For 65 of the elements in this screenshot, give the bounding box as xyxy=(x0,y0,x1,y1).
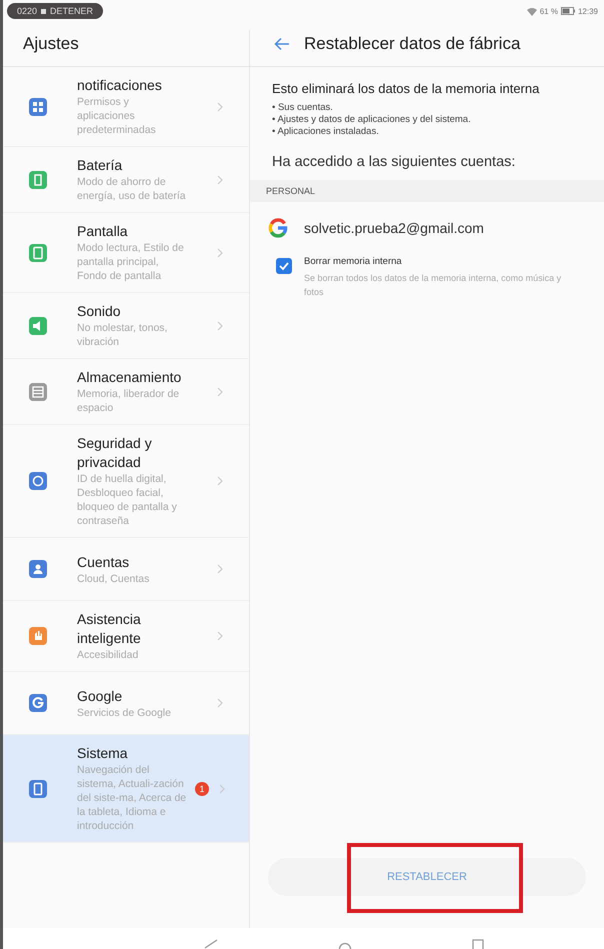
item-title: Sistema xyxy=(77,744,129,763)
stop-label: DETENER xyxy=(50,6,94,16)
option-label: Borrar memoria interna xyxy=(304,256,403,267)
settings-item[interactable]: Sistema Navegación del sistema, Actuali-zación del siste-ma, Acerca de la tableta, Idioma e introducción 1 xyxy=(3,735,249,843)
back-icon[interactable] xyxy=(204,939,218,949)
chevron-icon xyxy=(217,564,223,574)
settings-item[interactable]: Asistencia inteligente Accesibilidad xyxy=(3,601,249,672)
chevron-icon xyxy=(217,476,223,486)
item-subtitle: Modo lectura, Estilo de pantalla principal, Fondo de pantalla xyxy=(77,241,185,283)
item-title: Google xyxy=(77,686,124,706)
chevron-icon xyxy=(219,784,225,794)
chevron-icon xyxy=(217,102,223,112)
checkbox[interactable] xyxy=(276,258,292,274)
accounts-heading: Ha accedido a las siguientes cuentas: xyxy=(272,154,516,170)
chevron-icon xyxy=(217,386,223,396)
option-description: Se borran todos los datos de la memoria interna, como música y fotos xyxy=(304,272,562,299)
item-subtitle: Servicios de Google xyxy=(77,706,172,720)
bullet-item: • Aplicaciones instaladas. xyxy=(272,126,380,138)
item-subtitle: Navegación del sistema, Actuali-zación del siste-ma, Acerca de la tableta, Idioma e introducción xyxy=(77,763,188,833)
item-subtitle: No molestar, tonos, vibración xyxy=(77,321,168,349)
back-arrow-icon[interactable] xyxy=(274,37,290,51)
item-subtitle: Accesibilidad xyxy=(77,648,140,662)
recents-icon[interactable] xyxy=(472,939,484,949)
chevron-icon xyxy=(217,320,223,330)
settings-item[interactable]: Cuentas Cloud, Cuentas xyxy=(3,538,249,601)
google-icon xyxy=(268,218,288,238)
settings-item[interactable]: Batería Modo de ahorro de energía, uso de batería xyxy=(3,147,249,213)
settings-item[interactable]: Seguridad y privacidad ID de huella digital, Desbloqueo facial, bloqueo de pantalla y contraseña xyxy=(3,425,249,538)
chevron-icon xyxy=(217,174,223,184)
sidebar-title: Ajustes xyxy=(23,34,79,54)
notification-badge: 1 xyxy=(195,782,209,796)
settings-item[interactable]: Almacenamiento Memoria, liberador de espacio xyxy=(3,359,249,425)
item-title: Sonido xyxy=(77,302,122,321)
account-email: solvetic.prueba2@gmail.com xyxy=(304,220,484,236)
page-title: Restablecer datos de fábrica xyxy=(304,34,520,54)
item-title: Batería xyxy=(77,156,124,175)
settings-item[interactable]: notificaciones Permisos y aplicaciones predeterminadas xyxy=(3,67,249,147)
settings-item[interactable]: Sonido No molestar, tonos, vibración xyxy=(3,293,249,359)
item-subtitle: Memoria, liberador de espacio xyxy=(77,387,180,415)
chevron-icon xyxy=(217,631,223,641)
battery-percent: 61 % xyxy=(540,6,558,16)
item-subtitle: Modo de ahorro de energía, uso de batería xyxy=(77,175,187,203)
battery-icon xyxy=(560,7,575,15)
section-header: PERSONAL xyxy=(250,180,604,202)
item-title: Cuentas xyxy=(77,552,130,572)
item-title: Almacenamiento xyxy=(77,368,182,387)
item-subtitle: Cloud, Cuentas xyxy=(77,572,150,586)
intro-text: Esto eliminará los datos de la memoria interna xyxy=(272,81,540,96)
item-subtitle: Permisos y aplicaciones predeterminadas xyxy=(77,95,157,137)
item-title: notificaciones xyxy=(77,76,163,95)
item-title: Asistencia inteligente xyxy=(77,610,142,648)
bullet-item: • Ajustes y datos de aplicaciones y del sistema. xyxy=(272,114,472,126)
bullet-item: • Sus cuentas. xyxy=(272,102,334,114)
chevron-icon xyxy=(217,248,223,258)
chevron-icon xyxy=(217,698,223,708)
clock: 12:39 xyxy=(578,6,598,16)
item-title: Seguridad y privacidad xyxy=(77,434,153,472)
item-subtitle: ID de huella digital, Desbloqueo facial, bloqueo de pantalla y contraseña xyxy=(77,472,178,528)
recording-indicator[interactable]: 0220 DETENER xyxy=(7,3,104,19)
checkmark-icon xyxy=(278,260,290,272)
wifi-icon xyxy=(526,6,537,16)
stop-icon xyxy=(41,8,46,14)
settings-item[interactable]: Pantalla Modo lectura, Estilo de pantalla principal, Fondo de pantalla xyxy=(3,213,249,293)
recording-time: 0220 xyxy=(17,6,38,16)
item-title: Pantalla xyxy=(77,222,129,241)
